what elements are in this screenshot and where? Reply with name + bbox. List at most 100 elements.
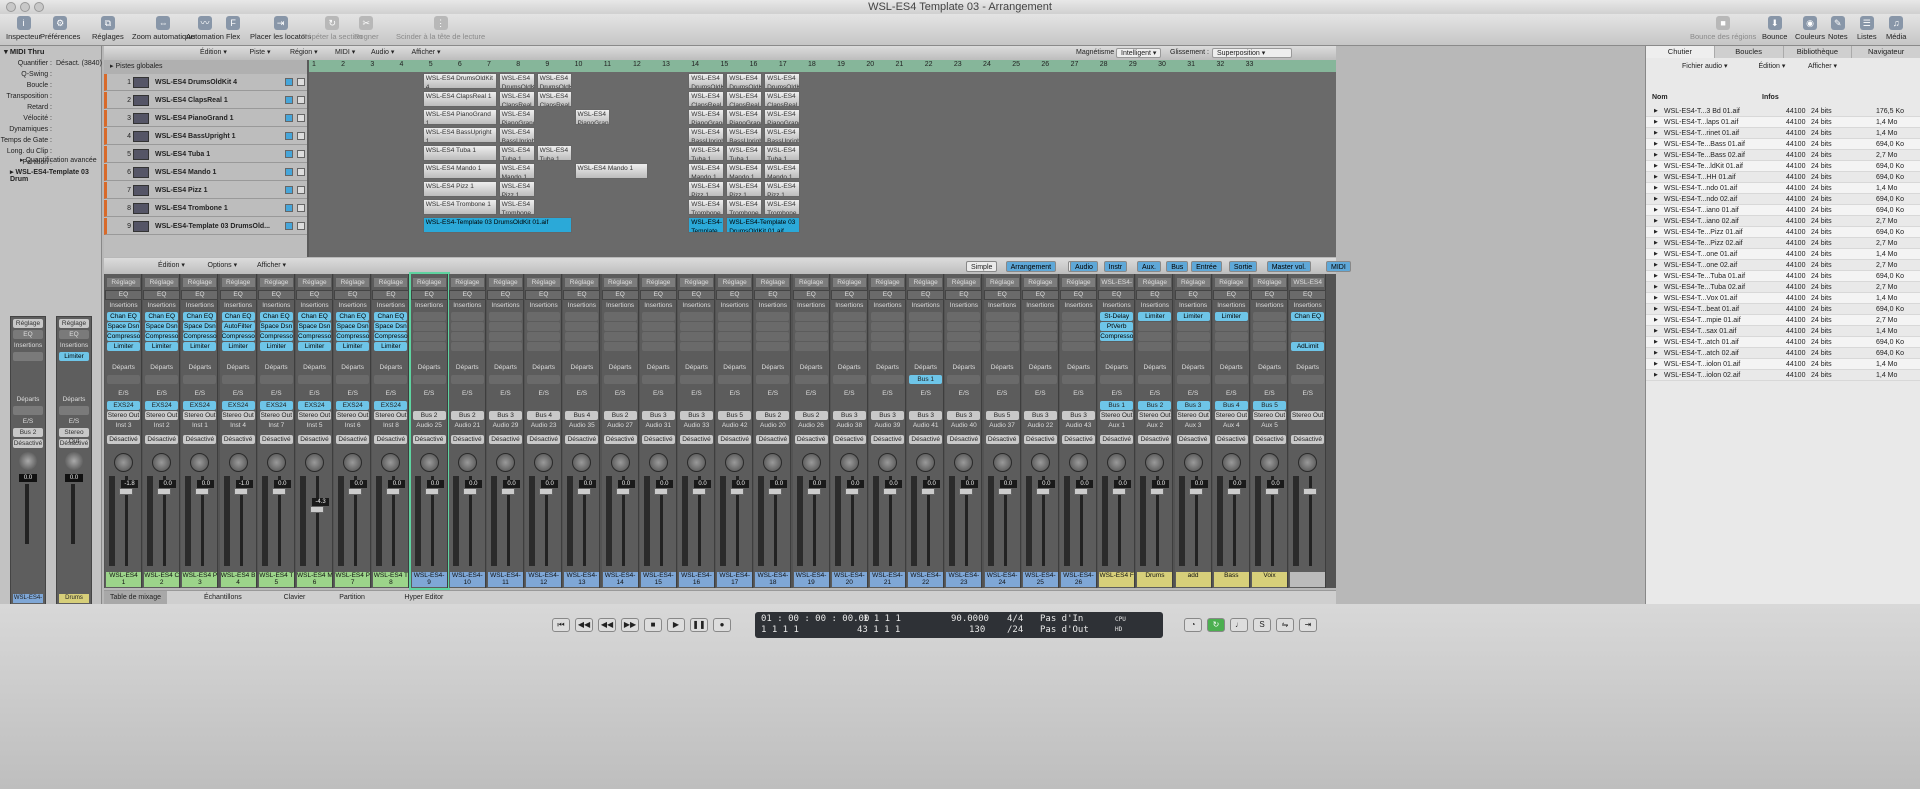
mute-button[interactable] bbox=[285, 150, 293, 158]
insert-slot[interactable]: Compresso bbox=[183, 332, 217, 341]
send-slot[interactable] bbox=[1176, 375, 1210, 384]
eq-display[interactable]: EQ bbox=[678, 290, 715, 300]
automation-mode[interactable]: Désactivé bbox=[1176, 435, 1210, 444]
pan-knob[interactable] bbox=[1221, 453, 1241, 472]
fader-cap[interactable] bbox=[195, 488, 210, 495]
disclosure-icon[interactable]: ▶ bbox=[1654, 260, 1658, 271]
automation-mode[interactable]: Désactivé bbox=[412, 435, 446, 444]
insert-slot[interactable] bbox=[450, 312, 484, 321]
output-slot[interactable]: Bus 3 bbox=[832, 411, 866, 420]
pan-knob[interactable] bbox=[19, 452, 37, 470]
output-slot[interactable]: Bus 3 bbox=[909, 411, 943, 420]
insert-slot[interactable] bbox=[1023, 312, 1057, 321]
reglage-button[interactable]: Réglage bbox=[603, 278, 637, 287]
send-slot[interactable] bbox=[107, 375, 140, 384]
insert-slot[interactable]: Limiter bbox=[145, 342, 179, 351]
pan-knob[interactable] bbox=[1107, 453, 1127, 472]
insert-slot[interactable] bbox=[1291, 332, 1325, 341]
pan-knob[interactable] bbox=[878, 453, 897, 472]
fader-cap[interactable] bbox=[1035, 488, 1050, 495]
region[interactable]: WSL-ES4 Pizz 1 bbox=[422, 181, 497, 197]
editor-tab-0[interactable]: Table de mixage bbox=[104, 591, 167, 605]
output-slot[interactable]: Bus 2 bbox=[756, 411, 790, 420]
insert-slot[interactable] bbox=[641, 342, 675, 351]
eq-display[interactable]: EQ bbox=[372, 290, 410, 300]
insert-slot[interactable] bbox=[718, 332, 752, 341]
strip-reglage[interactable]: Réglage bbox=[13, 319, 43, 328]
insert-slot[interactable] bbox=[1062, 342, 1095, 351]
automation-mode[interactable]: Désactivé bbox=[718, 435, 752, 444]
disclosure-icon[interactable]: ▶ bbox=[1654, 282, 1658, 293]
input-slot[interactable]: Bus 1 bbox=[1100, 401, 1134, 410]
pan-knob[interactable] bbox=[954, 453, 974, 472]
browser-file-row[interactable]: ▶ WSL-ES4-T...ndo 01.aif 44100 24 bits 1,4 M… bbox=[1646, 183, 1920, 194]
automation-mode[interactable]: Désactivé bbox=[374, 435, 408, 444]
pan-knob[interactable] bbox=[610, 453, 630, 472]
minimize-window-button[interactable] bbox=[20, 2, 30, 12]
region[interactable]: WSL-ES4 BassUpright 1 bbox=[764, 127, 801, 143]
insert-slot[interactable] bbox=[527, 332, 561, 341]
toolbar-button-8[interactable]: ✂ Rogner bbox=[354, 16, 379, 41]
reglage-button[interactable]: Réglage bbox=[336, 278, 370, 287]
eq-display[interactable]: EQ bbox=[181, 290, 219, 300]
send-slot[interactable] bbox=[565, 375, 599, 384]
output-slot[interactable]: Stereo Out bbox=[107, 411, 140, 420]
cycle-icon[interactable]: ↻ bbox=[1207, 618, 1225, 632]
automation-mode[interactable]: Désactivé bbox=[1023, 435, 1057, 444]
insert-slot[interactable] bbox=[832, 322, 866, 331]
region[interactable]: WSL-ES4-Template 03 DrumsOldKit 01.aif bbox=[726, 217, 801, 233]
input-slot[interactable]: EXS24 bbox=[298, 401, 331, 410]
fader-cap[interactable] bbox=[424, 488, 439, 495]
insert-slot[interactable] bbox=[1176, 342, 1210, 351]
input-slot[interactable] bbox=[871, 401, 904, 410]
output-slot[interactable]: Stereo Out bbox=[298, 411, 331, 420]
pan-knob[interactable] bbox=[114, 453, 133, 472]
forward-icon[interactable]: ▶▶ bbox=[621, 618, 639, 632]
fader-cap[interactable] bbox=[501, 488, 515, 495]
region[interactable]: WSL-ES4 Trombone 1 bbox=[498, 199, 535, 215]
input-slot[interactable] bbox=[1023, 401, 1057, 410]
mixer-menu-Afficher[interactable]: Afficher ▾ bbox=[253, 261, 290, 271]
send-slot[interactable] bbox=[221, 375, 255, 384]
automation-mode[interactable]: Désactivé bbox=[985, 435, 1019, 444]
region[interactable]: WSL-ES4 BassUpright 1 bbox=[688, 127, 725, 143]
back-icon[interactable]: ◀◀ bbox=[575, 618, 593, 632]
region[interactable]: WSL-ES4-Template 03 DrumsOldKit 01.aif bbox=[422, 217, 573, 233]
insert-slot[interactable] bbox=[756, 322, 790, 331]
track-header[interactable]: 6 WSL-ES4 Mando 1 bbox=[104, 164, 307, 181]
eq-display[interactable]: EQ bbox=[105, 290, 142, 300]
eq-display[interactable]: EQ bbox=[945, 290, 983, 300]
insert-slot[interactable] bbox=[680, 312, 713, 321]
input-slot[interactable]: EXS24 bbox=[183, 401, 217, 410]
toolbar-button-9[interactable]: ⋮ Scinder à la tête de lecture bbox=[396, 16, 485, 41]
automation-mode[interactable]: Désactivé bbox=[603, 435, 637, 444]
eq-display[interactable]: EQ bbox=[639, 290, 677, 300]
insert-slot[interactable] bbox=[1023, 332, 1057, 341]
toolbar-right-button-2[interactable]: ◉ Couleurs bbox=[1795, 16, 1825, 41]
reglage-button[interactable]: Réglage bbox=[909, 278, 943, 287]
track-lanes[interactable]: WSL-ES4 DrumsOldKit 4WSL-ES4 DrumsOldKit… bbox=[309, 72, 1336, 257]
pan-knob[interactable] bbox=[496, 453, 515, 472]
region[interactable]: WSL-ES4 BassUpright 1 bbox=[726, 127, 763, 143]
volume-fader[interactable] bbox=[316, 476, 319, 566]
insert-slot[interactable] bbox=[1253, 342, 1286, 351]
input-slot[interactable]: EXS24 bbox=[259, 401, 293, 410]
browser-file-row[interactable]: ▶ WSL-ES4-Te...Bass 02.aif 44100 24 bits 2,7… bbox=[1646, 150, 1920, 161]
eq-display[interactable]: EQ bbox=[830, 290, 868, 300]
toolbar-right-button-3[interactable]: ✎ Notes bbox=[1828, 16, 1848, 41]
send-slot[interactable] bbox=[374, 375, 408, 384]
fader-cap[interactable] bbox=[1188, 488, 1203, 495]
send-slot[interactable] bbox=[145, 375, 179, 384]
browser-file-row[interactable]: ▶ WSL-ES4-T...Vox 01.aif 44100 24 bits 1,4 M… bbox=[1646, 293, 1920, 304]
insert-slot[interactable] bbox=[985, 312, 1019, 321]
insert-slot[interactable] bbox=[1176, 332, 1210, 341]
arrange-menu-MIDI[interactable]: MIDI ▾ bbox=[331, 48, 359, 58]
insert-slot[interactable] bbox=[450, 342, 484, 351]
send-slot[interactable] bbox=[527, 375, 561, 384]
toolbar-right-button-4[interactable]: ☰ Listes bbox=[1857, 16, 1877, 41]
mute-button[interactable] bbox=[285, 96, 293, 104]
automation-mode[interactable]: Désactivé bbox=[909, 435, 943, 444]
solo-button[interactable] bbox=[297, 204, 305, 212]
solo-button[interactable] bbox=[297, 96, 305, 104]
send-slot[interactable] bbox=[641, 375, 675, 384]
